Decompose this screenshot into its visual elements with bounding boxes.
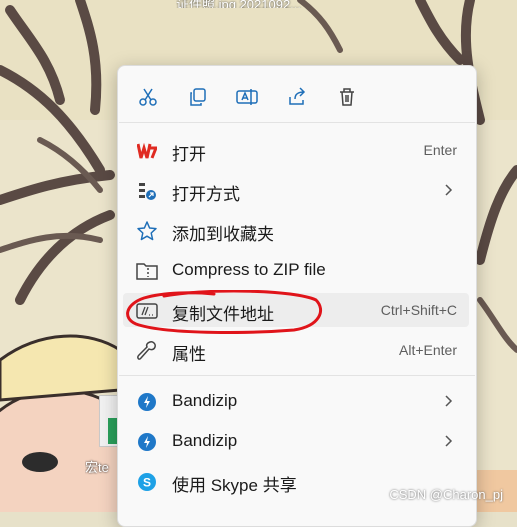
menu-item-properties[interactable]: 属性 Alt+Enter: [123, 333, 469, 367]
csdn-watermark: CSDN @Charon_pj: [389, 487, 503, 502]
skype-icon: S: [136, 471, 158, 493]
menu-item-open-with[interactable]: 打开方式: [123, 173, 469, 207]
desktop-file-label: 宏te: [85, 460, 109, 475]
menu-item-label: 使用 Skype 共享: [172, 476, 297, 495]
menu-item-shortcut: Ctrl+Shift+C: [380, 302, 457, 318]
menu-item-label: 打开方式: [172, 185, 240, 204]
menu-item-compress-zip[interactable]: Compress to ZIP file: [123, 253, 469, 287]
bandizip-icon: [136, 391, 158, 413]
chevron-right-icon: [445, 184, 453, 196]
cut-button[interactable]: [130, 80, 166, 114]
menu-item-copy-file-path[interactable]: 复制文件地址 Ctrl+Shift+C: [123, 293, 469, 327]
context-menu: 打开 Enter 打开方式 添加到收藏夹 Compress to ZIP fil…: [117, 65, 477, 527]
menu-item-label: Bandizip: [172, 391, 238, 410]
menu-item-shortcut: Enter: [423, 142, 457, 158]
menu-item-open[interactable]: 打开 Enter: [123, 133, 469, 167]
delete-button[interactable]: [329, 80, 365, 114]
trash-icon: [340, 88, 354, 106]
menu-item-label: 添加到收藏夹: [172, 225, 274, 244]
copy-path-icon: [136, 300, 158, 322]
wrench-icon: [136, 340, 158, 362]
copy-icon: [190, 88, 206, 106]
star-icon: [136, 220, 158, 242]
open-with-icon: [136, 180, 158, 202]
chevron-right-icon: [445, 395, 453, 407]
separator: [119, 122, 475, 123]
share-button[interactable]: [279, 80, 315, 114]
menu-item-label: Compress to ZIP file: [172, 260, 326, 279]
menu-item-label: Bandizip: [172, 431, 238, 450]
menu-item-label: 复制文件地址: [172, 305, 274, 324]
menu-item-bandizip[interactable]: Bandizip: [123, 424, 469, 458]
separator: [119, 375, 475, 376]
svg-text:S: S: [143, 476, 151, 490]
menu-item-label: 属性: [172, 345, 206, 364]
wps-icon: [136, 140, 158, 162]
chevron-right-icon: [445, 435, 453, 447]
desktop-file-caption: 证件照.jpg 2021092...: [176, 0, 302, 8]
rename-icon: [236, 89, 258, 105]
rename-button[interactable]: [229, 80, 265, 114]
scissors-icon: [139, 88, 157, 106]
quick-actions-bar: [118, 80, 476, 116]
menu-item-bandizip[interactable]: Bandizip: [123, 384, 469, 418]
menu-item-label: 打开: [172, 145, 206, 164]
bandizip-icon: [136, 431, 158, 453]
menu-item-shortcut: Alt+Enter: [399, 342, 457, 358]
menu-item-add-to-favorites[interactable]: 添加到收藏夹: [123, 213, 469, 247]
share-icon: [289, 87, 306, 105]
copy-button[interactable]: [180, 80, 216, 114]
zip-folder-icon: [136, 260, 158, 282]
